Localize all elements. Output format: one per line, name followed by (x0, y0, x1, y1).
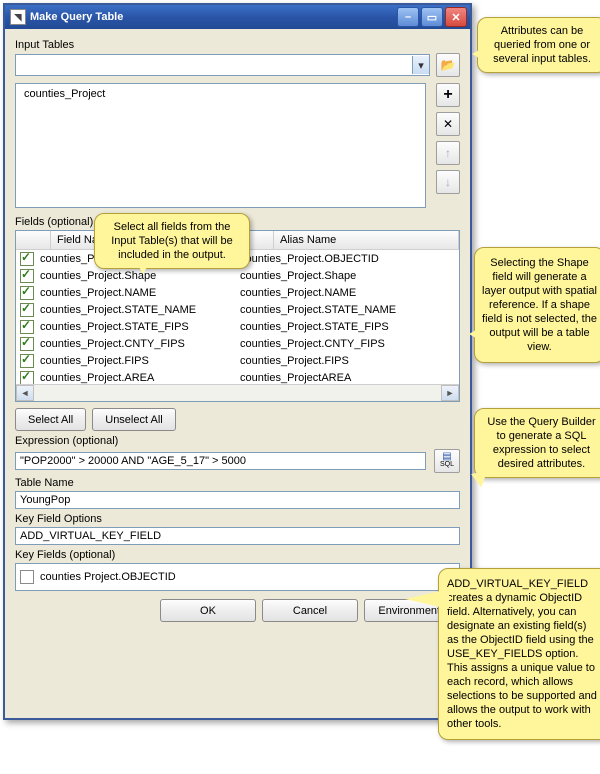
plus-icon: + (443, 86, 452, 104)
sql-icon: ▤ (442, 453, 451, 461)
input-tables-label: Input Tables (15, 39, 460, 51)
arrow-up-icon: ↑ (445, 146, 451, 160)
key-field-checkbox[interactable] (20, 570, 34, 584)
folder-open-icon: 📂 (441, 58, 456, 72)
field-checkbox[interactable] (20, 303, 34, 317)
key-field-options-input[interactable]: ADD_VIRTUAL_KEY_FIELD (15, 527, 460, 545)
list-item[interactable]: counties_Project (24, 88, 417, 100)
table-row[interactable]: counties_Project.STATE_NAMEcounties_Proj… (16, 301, 459, 318)
move-down-button[interactable]: ↓ (436, 170, 460, 194)
minimize-button[interactable]: – (397, 7, 419, 27)
browse-folder-button[interactable]: 📂 (436, 53, 460, 77)
alias-name-cell: counties_Project.FIPS (238, 355, 459, 367)
callout-select-fields: Select all fields from the Input Table(s… (94, 213, 250, 269)
sql-label: SQL (440, 461, 454, 469)
table-row[interactable]: counties_Project.CNTY_FIPScounties_Proje… (16, 335, 459, 352)
select-all-button[interactable]: Select All (15, 408, 86, 431)
table-row[interactable]: counties_Project.AREAcounties_ProjectARE… (16, 369, 459, 384)
alias-name-cell: counties_ProjectAREA (238, 372, 459, 384)
field-name-cell: counties_Project.FIPS (38, 355, 238, 367)
close-button[interactable]: ✕ (445, 7, 467, 27)
tool-icon: ◥ (10, 9, 26, 25)
table-name-label: Table Name (15, 477, 460, 489)
alias-name-cell: counties_Project.OBJECTID (238, 253, 459, 265)
make-query-table-window: ◥ Make Query Table – ▭ ✕ Input Tables ▾ … (3, 3, 472, 720)
table-row[interactable]: counties_Project.Shapecounties_Project.S… (16, 267, 459, 284)
titlebar[interactable]: ◥ Make Query Table – ▭ ✕ (5, 5, 470, 29)
window-title: Make Query Table (30, 11, 123, 23)
maximize-button[interactable]: ▭ (421, 7, 443, 27)
key-fields-label: Key Fields (optional) (15, 549, 460, 561)
callout-shape-field: Selecting the Shape field will generate … (474, 247, 600, 363)
chevron-down-icon: ▾ (412, 56, 429, 74)
expression-input[interactable]: "POP2000" > 20000 AND "AGE_5_17" > 5000 (15, 452, 426, 470)
callout-key-field: ADD_VIRTUAL_KEY_FIELD creates a dynamic … (438, 568, 600, 740)
field-checkbox[interactable] (20, 286, 34, 300)
callout-query-builder: Use the Query Builder to generate a SQL … (474, 408, 600, 478)
input-tables-list[interactable]: counties_Project (15, 83, 426, 208)
alias-name-cell: counties_Project.STATE_FIPS (238, 321, 459, 333)
unselect-all-button[interactable]: Unselect All (92, 408, 175, 431)
scroll-left-icon[interactable]: ◄ (16, 385, 34, 401)
move-up-button[interactable]: ↑ (436, 141, 460, 165)
field-checkbox[interactable] (20, 337, 34, 351)
table-row[interactable]: counties_Project.NAMEcounties_Project.NA… (16, 284, 459, 301)
callout-input-tables: Attributes can be queried from one or se… (477, 17, 600, 73)
key-field-item: counties Project.OBJECTID (40, 571, 176, 583)
arrow-down-icon: ↓ (445, 175, 451, 189)
key-field-options-label: Key Field Options (15, 513, 460, 525)
table-row[interactable]: counties_Project.FIPScounties_Project.FI… (16, 352, 459, 369)
cancel-button[interactable]: Cancel (262, 599, 358, 622)
alias-name-header[interactable]: Alias Name (274, 231, 459, 249)
ok-button[interactable]: OK (160, 599, 256, 622)
table-row[interactable]: counties_Project.STATE_FIPScounties_Proj… (16, 318, 459, 335)
alias-name-cell: counties_Project.CNTY_FIPS (238, 338, 459, 350)
alias-name-cell: counties_Project.Shape (238, 270, 459, 282)
field-name-cell: counties_Project.STATE_NAME (38, 304, 238, 316)
field-name-cell: counties_Project.AREA (38, 372, 238, 384)
alias-name-cell: counties_Project.STATE_NAME (238, 304, 459, 316)
horizontal-scrollbar[interactable]: ◄ ► (16, 384, 459, 401)
input-tables-dropdown[interactable]: ▾ (15, 54, 430, 76)
expression-label: Expression (optional) (15, 435, 460, 447)
field-checkbox[interactable] (20, 371, 34, 385)
add-item-button[interactable]: + (436, 83, 460, 107)
field-checkbox[interactable] (20, 320, 34, 334)
sql-builder-button[interactable]: ▤ SQL (434, 449, 460, 473)
remove-item-button[interactable]: ✕ (436, 112, 460, 136)
field-name-cell: counties_Project.NAME (38, 287, 238, 299)
field-name-cell: counties_Project.STATE_FIPS (38, 321, 238, 333)
field-checkbox[interactable] (20, 269, 34, 283)
x-icon: ✕ (443, 117, 453, 131)
scroll-right-icon[interactable]: ► (441, 385, 459, 401)
table-name-input[interactable]: YoungPop (15, 491, 460, 509)
key-fields-list[interactable]: counties Project.OBJECTID (15, 563, 460, 591)
field-checkbox[interactable] (20, 252, 34, 266)
field-name-cell: counties_Project.CNTY_FIPS (38, 338, 238, 350)
field-checkbox[interactable] (20, 354, 34, 368)
alias-name-cell: counties_Project.NAME (238, 287, 459, 299)
